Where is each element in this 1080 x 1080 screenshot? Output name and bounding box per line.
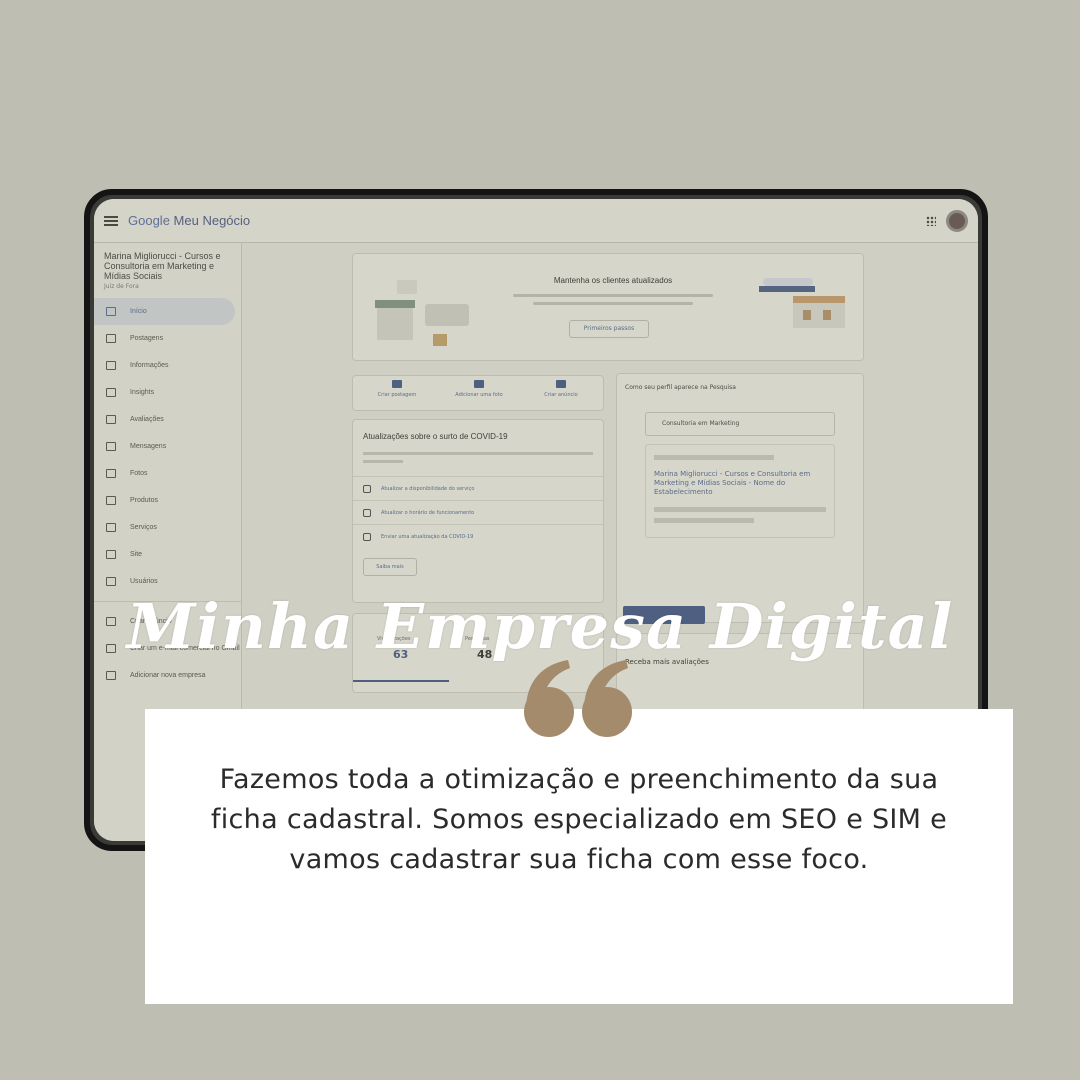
selected-stat-indicator — [353, 680, 449, 682]
messages-icon — [106, 442, 116, 451]
search-card-header: Como seu perfil aparece na Pesquisa — [625, 384, 736, 391]
quote-icon — [524, 660, 632, 737]
sidebar-item-4[interactable]: Avaliações — [94, 406, 241, 433]
services-icon — [106, 523, 116, 532]
photos-icon — [106, 469, 116, 478]
banner-text-line — [533, 302, 693, 305]
result-text-line — [654, 507, 826, 512]
update-customers-banner: Mantenha os clientes atualizados Primeir… — [352, 253, 864, 361]
quick-actions: Criar postagem Adicionar uma foto Criar … — [352, 375, 604, 411]
sidebar-item-label: Serviços — [130, 524, 157, 531]
create-post-action[interactable]: Criar postagem — [357, 380, 437, 398]
sidebar-item-13[interactable]: Adicionar nova empresa — [94, 662, 241, 689]
result-text-line — [654, 518, 754, 523]
ads-icon — [556, 380, 566, 388]
covid-row-availability[interactable]: Atualizar a disponibilidade do serviço — [353, 476, 603, 500]
search-result: Marina Migliorucci - Cursos e Consultori… — [645, 444, 835, 538]
sidebar-item-2[interactable]: Informações — [94, 352, 241, 379]
sidebar-item-6[interactable]: Fotos — [94, 460, 241, 487]
avatar[interactable] — [946, 209, 968, 232]
sidebar-item-7[interactable]: Produtos — [94, 487, 241, 514]
business-name: Marina Migliorucci - Cursos e Consultori… — [104, 251, 221, 281]
calendar-icon — [363, 484, 371, 493]
location-icon — [106, 671, 116, 680]
learn-more-button[interactable]: Saiba mais — [363, 558, 417, 576]
post-icon — [392, 380, 402, 388]
clock-icon — [363, 508, 371, 517]
sidebar-item-5[interactable]: Mensagens — [94, 433, 241, 460]
menu-icon[interactable] — [104, 215, 118, 226]
sidebar-item-label: Informações — [130, 362, 169, 369]
result-url-line — [654, 455, 774, 460]
covid-text-line — [363, 460, 403, 463]
sidebar-item-1[interactable]: Postagens — [94, 325, 241, 352]
sidebar-item-3[interactable]: Insights — [94, 379, 241, 406]
covid-card: Atualizações sobre o surto de COVID-19 A… — [352, 419, 604, 603]
sidebar-item-label: Site — [130, 551, 143, 558]
insights-icon — [106, 388, 116, 397]
products-icon — [106, 496, 116, 505]
sidebar-item-label: Início — [130, 308, 147, 315]
posts-icon — [106, 334, 116, 343]
reviews-icon — [106, 415, 116, 424]
post-icon — [363, 532, 371, 541]
sidebar-item-label: Produtos — [130, 497, 159, 504]
users-icon — [106, 577, 116, 586]
sidebar-item-8[interactable]: Serviços — [94, 514, 241, 541]
sidebar-item-label: Postagens — [130, 335, 164, 342]
sidebar-item-label: Avaliações — [130, 416, 164, 423]
business-location: Juiz de Fora — [104, 283, 139, 290]
body-text: Fazemos toda a otimização e preenchiment… — [210, 764, 948, 875]
home-icon — [106, 307, 116, 316]
sidebar-item-9[interactable]: Site — [94, 541, 241, 568]
create-ad-action[interactable]: Criar anúncio — [521, 380, 601, 398]
get-started-button[interactable]: Primeiros passos — [569, 320, 649, 338]
covid-row-hours[interactable]: Atualizar o horário de funcionamento — [353, 500, 603, 524]
photo-icon — [474, 380, 484, 388]
sidebar-item-label: Fotos — [130, 470, 148, 477]
headline: Minha Empresa Digital — [126, 590, 954, 663]
covid-row-update[interactable]: Enviar uma atualização da COVID-19 — [353, 524, 603, 548]
search-preview-box: Consultoria em Marketing — [645, 412, 835, 436]
result-title: Marina Migliorucci - Cursos e Consultori… — [654, 470, 811, 496]
banner-text-line — [513, 294, 713, 297]
search-preview-card: Como seu perfil aparece na Pesquisa Cons… — [616, 373, 864, 624]
top-bar: Google Meu Negócio — [94, 199, 978, 243]
sidebar-item-0[interactable]: Início — [94, 298, 235, 325]
website-icon — [106, 550, 116, 559]
sidebar-item-label: Insights — [130, 389, 155, 396]
shop-illustration — [759, 278, 845, 328]
storefront-illustration — [375, 280, 469, 346]
sidebar-item-label: Usuários — [130, 578, 158, 585]
covid-text-line — [363, 452, 593, 455]
banner-title: Mantenha os clientes atualizados — [553, 276, 673, 285]
sidebar-item-label: Adicionar nova empresa — [130, 672, 206, 679]
store-icon — [106, 361, 116, 370]
add-photo-action[interactable]: Adicionar uma foto — [439, 380, 519, 398]
covid-title: Atualizações sobre o surto de COVID-19 — [363, 432, 508, 441]
app-logo: Google Meu Negócio — [128, 213, 251, 228]
sidebar-item-label: Mensagens — [130, 443, 167, 450]
apps-grid-icon[interactable] — [926, 215, 936, 226]
